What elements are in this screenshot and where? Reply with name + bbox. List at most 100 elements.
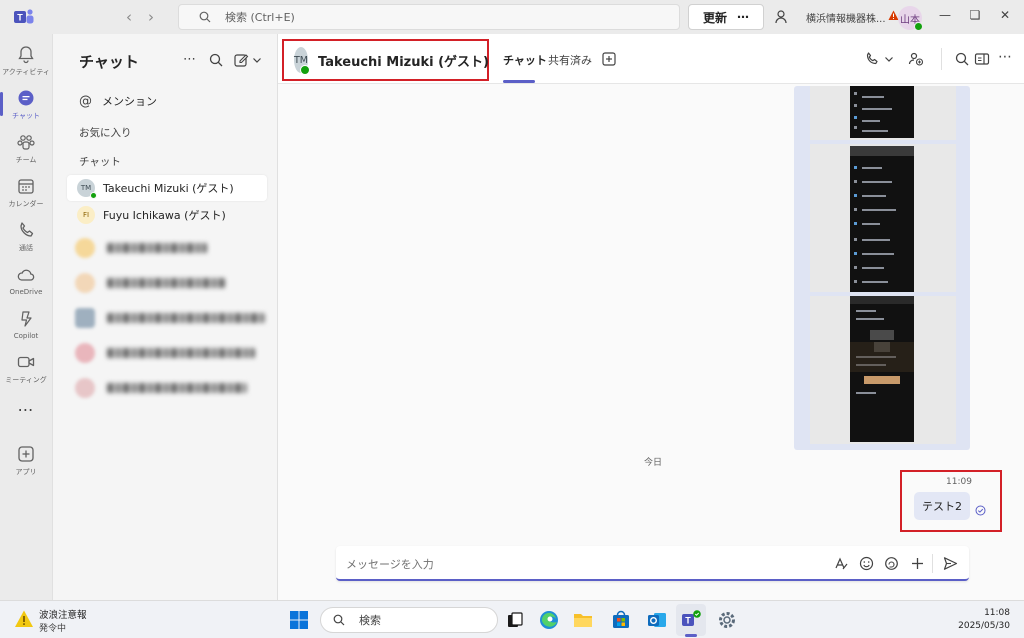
emoji-icon[interactable] xyxy=(859,556,874,571)
chat-item-redacted[interactable] xyxy=(67,270,267,296)
people-settings-icon[interactable] xyxy=(774,9,790,25)
search-input[interactable]: 検索 (Ctrl+E) xyxy=(178,4,680,30)
rail-item-copilot[interactable]: Copilot xyxy=(0,302,52,346)
plus-icon[interactable] xyxy=(910,556,925,571)
user-avatar[interactable]: 山本 xyxy=(898,6,923,31)
settings-gear-icon[interactable] xyxy=(716,609,738,631)
phone-icon[interactable] xyxy=(864,51,880,67)
image-thumbnail[interactable] xyxy=(810,86,956,140)
format-icon[interactable] xyxy=(834,556,849,571)
update-label: 更新 xyxy=(702,10,727,25)
presence-available-icon xyxy=(90,192,97,199)
conversation-header: TM Takeuchi Mizuki (ゲスト) チャット 共有済み ⋯ xyxy=(278,34,1024,84)
chat-item-ichikawa[interactable]: FI Fuyu Ichikawa (ゲスト) xyxy=(67,202,267,228)
file-explorer-icon[interactable] xyxy=(572,609,594,631)
rail-item-apps[interactable]: アプリ xyxy=(0,438,52,482)
rail-more-button[interactable]: ⋯ xyxy=(0,396,52,422)
tab-chat[interactable]: チャット xyxy=(503,52,547,68)
restore-icon[interactable]: ❏ xyxy=(968,8,982,22)
chat-item-redacted[interactable] xyxy=(67,375,267,401)
rail-item-calls[interactable]: 通話 xyxy=(0,214,52,258)
search-placeholder: 検索 (Ctrl+E) xyxy=(225,11,295,24)
image-thumbnail[interactable] xyxy=(810,296,956,444)
message-input[interactable] xyxy=(346,555,816,573)
avatar: FI xyxy=(77,206,95,224)
shared-image-message[interactable] xyxy=(794,86,970,450)
rail-label: チャット xyxy=(12,111,40,120)
task-view-icon[interactable] xyxy=(504,609,526,631)
taskbar-search[interactable]: 検索 xyxy=(320,607,498,633)
chats-section[interactable]: チャット xyxy=(67,148,267,174)
send-icon[interactable] xyxy=(943,556,958,571)
teams-app-icon[interactable]: T xyxy=(680,609,702,631)
rail-item-meetings[interactable]: ミーティング xyxy=(0,346,52,390)
rail-item-chat[interactable]: チャット xyxy=(0,82,52,126)
chevron-down-icon[interactable] xyxy=(884,51,894,67)
avatar-initials: TM xyxy=(294,54,308,66)
add-tab-icon[interactable] xyxy=(602,52,616,66)
update-button[interactable]: 更新 ⋯ xyxy=(688,4,764,30)
minimize-icon[interactable]: — xyxy=(938,8,952,22)
forward-arrow-icon[interactable]: › xyxy=(148,8,154,26)
rail-label: カレンダー xyxy=(8,199,44,208)
avatar xyxy=(75,378,95,398)
side-panel-icon[interactable] xyxy=(974,51,990,67)
weather-status[interactable]: 発令中 xyxy=(39,621,66,634)
presence-available-icon xyxy=(300,65,310,75)
conversation-title[interactable]: TM Takeuchi Mizuki (ゲスト) xyxy=(282,39,489,81)
bell-icon xyxy=(18,45,34,63)
rail-item-teams[interactable]: チーム xyxy=(0,126,52,170)
chat-item-redacted[interactable] xyxy=(67,305,267,331)
weather-title[interactable]: 波浪注意報 xyxy=(39,607,87,621)
avatar-initials: TM xyxy=(80,184,92,192)
image-thumbnail[interactable] xyxy=(810,144,956,292)
new-chat-icon[interactable] xyxy=(233,52,249,68)
rail-item-activity[interactable]: アクティビティ xyxy=(0,38,52,82)
title-bar: T ‹ › 検索 (Ctrl+E) 更新 ⋯ 横浜情報機器株... 山本 — ❏… xyxy=(0,0,1024,34)
loop-component-icon[interactable] xyxy=(884,556,899,571)
teams-icon xyxy=(17,134,35,150)
redacted-name xyxy=(107,313,265,323)
redacted-name xyxy=(107,348,255,358)
presence-available-icon xyxy=(914,22,923,31)
windows-start-icon[interactable] xyxy=(288,609,310,631)
people-add-icon[interactable] xyxy=(908,51,924,67)
chat-item-redacted[interactable] xyxy=(67,340,267,366)
tab-shared[interactable]: 共有済み xyxy=(548,52,592,68)
image-content xyxy=(850,146,914,292)
favorites-label: お気に入り xyxy=(79,126,132,139)
message-text: テスト2 xyxy=(922,500,962,513)
chat-item-redacted[interactable] xyxy=(67,235,267,261)
rail-label: Copilot xyxy=(13,331,39,340)
more-options-icon[interactable]: ⋯ xyxy=(183,52,199,68)
chat-item-takeuchi[interactable]: TM Takeuchi Mizuki (ゲスト) xyxy=(67,175,267,201)
rail-label: OneDrive xyxy=(9,287,43,296)
at-sign-icon: @ xyxy=(79,93,92,109)
organization-name[interactable]: 横浜情報機器株... xyxy=(806,10,886,25)
system-clock[interactable]: 11:08 2025/05/30 xyxy=(958,607,1010,633)
add-app-icon xyxy=(18,445,34,462)
message-bubble[interactable]: テスト2 xyxy=(914,492,970,520)
active-tab-indicator xyxy=(503,80,535,83)
favorites-section[interactable]: お気に入り xyxy=(67,119,267,145)
avatar: TM xyxy=(77,179,97,199)
search-icon[interactable] xyxy=(954,51,970,67)
more-horizontal-icon: ⋯ xyxy=(17,399,35,419)
mentions-item[interactable]: @ メンション xyxy=(67,88,267,114)
edge-browser-icon[interactable] xyxy=(538,609,560,631)
rail-item-onedrive[interactable]: OneDrive xyxy=(0,258,52,302)
microsoft-store-icon[interactable] xyxy=(610,609,632,631)
rail-item-calendar[interactable]: カレンダー xyxy=(0,170,52,214)
windows-taskbar: 波浪注意報 発令中 検索 T 11:08 2025/05/30 xyxy=(0,600,1024,638)
chat-icon xyxy=(18,90,34,105)
more-options-icon[interactable]: ⋯ xyxy=(737,10,749,24)
clock-date: 2025/05/30 xyxy=(958,621,1010,631)
search-icon[interactable] xyxy=(208,52,224,68)
back-arrow-icon[interactable]: ‹ xyxy=(126,8,132,26)
chats-section-label: チャット xyxy=(79,155,121,168)
chevron-down-icon[interactable] xyxy=(252,52,262,68)
outlook-icon[interactable] xyxy=(646,609,668,631)
weather-warning-icon[interactable] xyxy=(14,609,34,629)
more-options-icon[interactable]: ⋯ xyxy=(998,49,1014,65)
close-icon[interactable]: ✕ xyxy=(998,8,1012,22)
